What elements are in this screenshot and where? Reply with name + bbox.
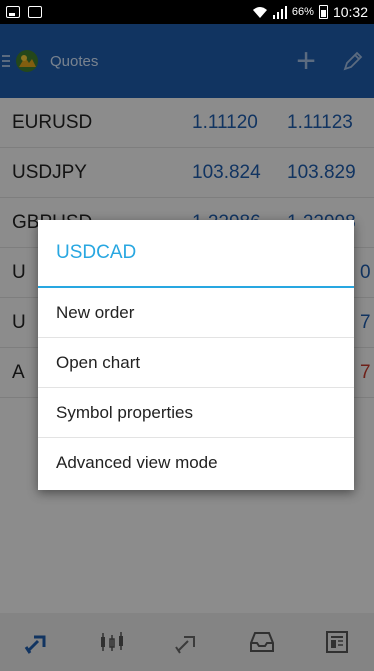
signal-icon [272,5,287,19]
menu-item-symbol-properties[interactable]: Symbol properties [38,388,354,438]
wifi-icon [252,6,267,18]
status-bar: 66% 10:32 [0,0,374,24]
menu-item-open-chart[interactable]: Open chart [38,338,354,388]
screenshot-notification-icon [28,6,42,18]
menu-item-new-order[interactable]: New order [38,288,354,338]
menu-item-advanced-view-mode[interactable]: Advanced view mode [38,438,354,488]
battery-percent: 66% [291,6,314,18]
context-menu-title: USDCAD [38,220,354,288]
gallery-notification-icon [6,6,20,18]
status-clock: 10:32 [332,4,368,20]
battery-icon [318,5,328,19]
symbol-context-menu: USDCAD New order Open chart Symbol prope… [38,220,354,490]
